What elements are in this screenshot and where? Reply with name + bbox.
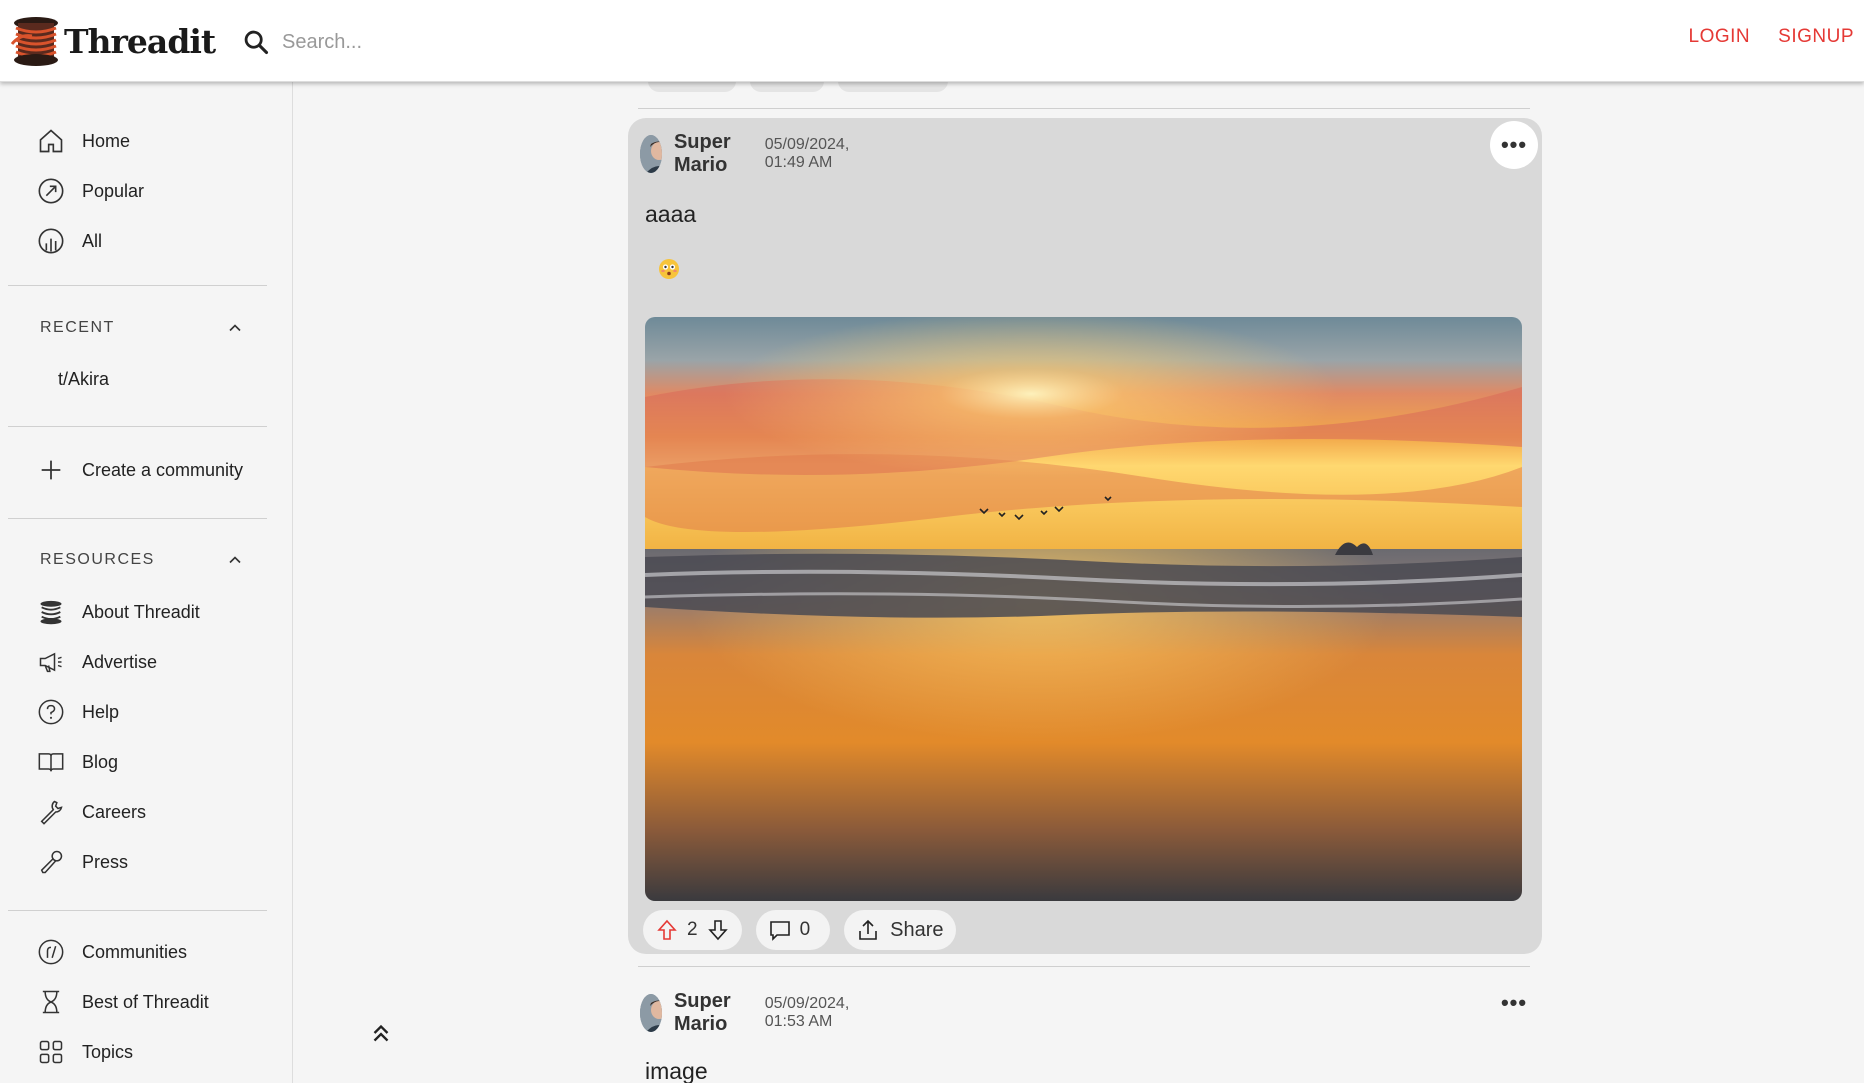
sidebar-item-communities[interactable]: Communities [36,934,187,970]
recent-heading: RECENT [40,319,115,336]
post-separator [638,966,1530,967]
sidebar-item-careers[interactable]: Careers [36,794,146,830]
create-community-label: Create a community [82,459,244,480]
sidebar-item-label: Home [82,130,131,151]
post-separator [638,108,1530,109]
top-navbar: Threadit LOGIN SIGNUP [0,0,1864,82]
book-icon [36,747,66,777]
left-sidebar: Home Popular All RECENT t/Akira Create a… [0,82,293,1083]
more-options-button[interactable]: ••• [1490,979,1538,1027]
sidebar-item-about-threadit[interactable]: About Threadit [36,594,200,630]
sidebar-item-help[interactable]: Help [36,694,119,730]
sidebar-item-label: Blog [82,751,119,772]
post-title[interactable]: image [645,1058,708,1083]
wrench-icon [36,797,66,827]
share-upload-icon [859,919,877,940]
post-actions: 2 0 Share [643,910,956,950]
post-timestamp: 05/09/2024, 01:49 AM [764,136,850,171]
avatar[interactable] [640,135,662,173]
create-community-button[interactable]: Create a community [36,452,243,488]
post-header: Super Mario 05/09/2024, 01:49 AM [640,131,855,177]
sidebar-item-label: Press [82,851,129,872]
downvote-arrow-icon[interactable] [706,918,730,942]
sidebar-item-blog[interactable]: Blog [36,744,118,780]
sidebar-item-home[interactable]: Home [36,123,130,159]
megaphone-icon [36,647,66,677]
sidebar-item-label: Popular [82,180,145,201]
divider [8,910,267,911]
more-horizontal-icon: ••• [1500,990,1528,1015]
share-label: Share [890,918,944,941]
post-author[interactable]: Super Mario [674,990,741,1036]
all-chart-icon [36,226,66,256]
resources-heading: RESOURCES [40,551,155,568]
post-image[interactable] [645,317,1522,901]
recent-item-label: t/Akira [58,368,110,389]
avatar[interactable] [640,994,662,1032]
post-author[interactable]: Super Mario [674,131,741,177]
sidebar-item-topics[interactable]: Topics [36,1034,133,1070]
sidebar-item-all[interactable]: All [36,223,102,259]
sidebar-item-label: All [82,230,103,251]
sidebar-item-label: Advertise [82,651,158,672]
more-options-button[interactable]: ••• [1490,121,1538,169]
search-bar[interactable] [242,22,842,62]
divider [8,285,267,286]
post-header: Super Mario 05/09/2024, 01:53 AM [640,990,855,1036]
sidebar-item-label: About Threadit [82,601,200,622]
communities-icon [36,937,66,967]
help-icon [36,697,66,727]
hourglass-icon [36,987,66,1017]
divider [8,518,267,519]
trending-icon [36,176,66,206]
post-timestamp: 05/09/2024, 01:53 AM [764,995,850,1030]
post-title[interactable]: aaaa [645,201,696,228]
sunset-beach-photo [645,317,1522,901]
sidebar-item-best-of-threadit[interactable]: Best of Threadit [36,984,209,1020]
comment-count: 0 [799,919,811,940]
logo-text: Threadit [64,21,216,61]
threadit-spool-icon [10,17,58,66]
upvote-count: 2 [687,919,698,940]
signup-link[interactable]: SIGNUP [1778,26,1854,48]
vote-pill: 2 [643,910,742,950]
divider [8,426,267,427]
chevron-up-icon [229,556,241,564]
flushed-emoji-icon [659,259,679,279]
comments-button[interactable]: 0 [755,910,831,950]
upvote-arrow-icon[interactable] [655,918,679,942]
sidebar-item-label: Best of Threadit [82,991,209,1012]
sidebar-item-popular[interactable]: Popular [36,173,144,209]
login-link[interactable]: LOGIN [1689,26,1751,48]
chevron-up-icon [229,324,241,332]
sidebar-item-label: Careers [82,801,147,822]
resources-section-toggle[interactable]: RESOURCES [40,550,245,570]
plus-icon [36,455,66,485]
share-button[interactable]: Share [844,910,956,950]
topics-grid-icon [36,1037,66,1067]
microphone-icon [36,847,66,877]
recent-section-toggle[interactable]: RECENT [40,318,245,338]
search-input[interactable] [282,30,682,54]
threadit-logo-icon [36,597,66,627]
comment-bubble-icon [769,921,790,941]
home-icon [36,126,66,156]
search-icon [244,30,269,55]
recent-item-akira[interactable]: t/Akira [58,361,109,397]
sidebar-item-press[interactable]: Press [36,844,128,880]
sidebar-item-label: Help [82,701,120,722]
threadit-logo[interactable]: Threadit [10,14,216,68]
sidebar-item-label: Topics [82,1041,134,1062]
more-horizontal-icon: ••• [1500,132,1528,157]
sidebar-item-label: Communities [82,941,188,962]
sidebar-item-advertise[interactable]: Advertise [36,644,157,680]
double-chevron-up-icon[interactable] [368,1020,394,1046]
